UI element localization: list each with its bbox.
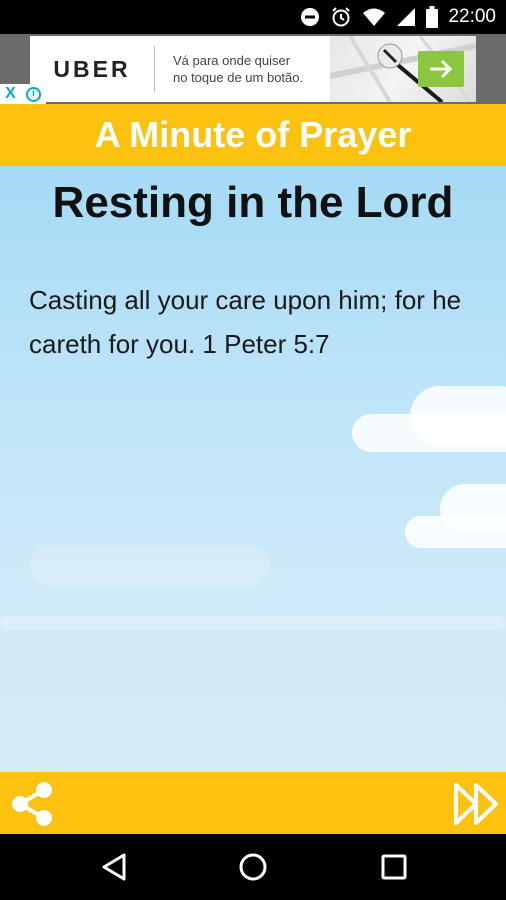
verse-text: Casting all your care upon him; for he c…	[29, 285, 462, 359]
ad-close-icon[interactable]: X	[5, 86, 16, 102]
system-nav-bar	[0, 834, 506, 900]
nav-home-button[interactable]	[235, 849, 271, 885]
cloud-decoration	[0, 616, 506, 630]
arrow-right-icon	[430, 59, 453, 79]
action-bar	[0, 772, 506, 834]
ad-brand-logo: UBER	[53, 55, 131, 82]
ad-banner[interactable]: UBER Vá para onde quiser no toque de um …	[0, 34, 506, 104]
app-screen: 22:00 UBER Vá para onde quiser no toque …	[0, 0, 506, 900]
ad-content[interactable]: UBER Vá para onde quiser no toque de um …	[30, 36, 476, 102]
cloud-decoration	[410, 386, 506, 446]
back-icon	[102, 853, 126, 881]
home-icon	[239, 853, 267, 881]
ad-text-line2: no toque de um botão.	[173, 70, 304, 85]
ad-text-line1: Vá para onde quiser	[173, 53, 291, 68]
share-button[interactable]	[8, 780, 56, 828]
verse-title: Resting in the Lord	[52, 178, 454, 227]
battery-icon	[426, 6, 439, 28]
app-title: A Minute of Prayer	[94, 114, 412, 155]
status-bar: 22:00	[0, 0, 506, 34]
signal-icon	[396, 7, 416, 27]
ad-text: Vá para onde quiser no toque de um botão…	[173, 52, 343, 86]
ad-arrow-button[interactable]	[418, 51, 464, 87]
status-time: 22:00	[448, 6, 496, 27]
nav-back-button[interactable]	[96, 849, 132, 885]
ad-info-icon[interactable]: i	[25, 86, 41, 102]
do-not-disturb-icon	[300, 7, 320, 27]
share-icon	[12, 782, 52, 826]
verse-panel: Resting in the Lord Casting all your car…	[0, 166, 506, 772]
ad-badges: X i	[0, 84, 46, 104]
ad-divider	[154, 46, 155, 92]
cloud-decoration	[30, 546, 270, 586]
recents-icon	[381, 854, 407, 880]
alarm-icon	[330, 6, 352, 28]
cloud-decoration	[440, 484, 506, 534]
fast-forward-icon	[454, 783, 498, 825]
app-title-bar: A Minute of Prayer	[0, 104, 506, 166]
next-button[interactable]	[452, 782, 502, 826]
wifi-icon	[362, 7, 386, 27]
nav-recents-button[interactable]	[376, 849, 412, 885]
